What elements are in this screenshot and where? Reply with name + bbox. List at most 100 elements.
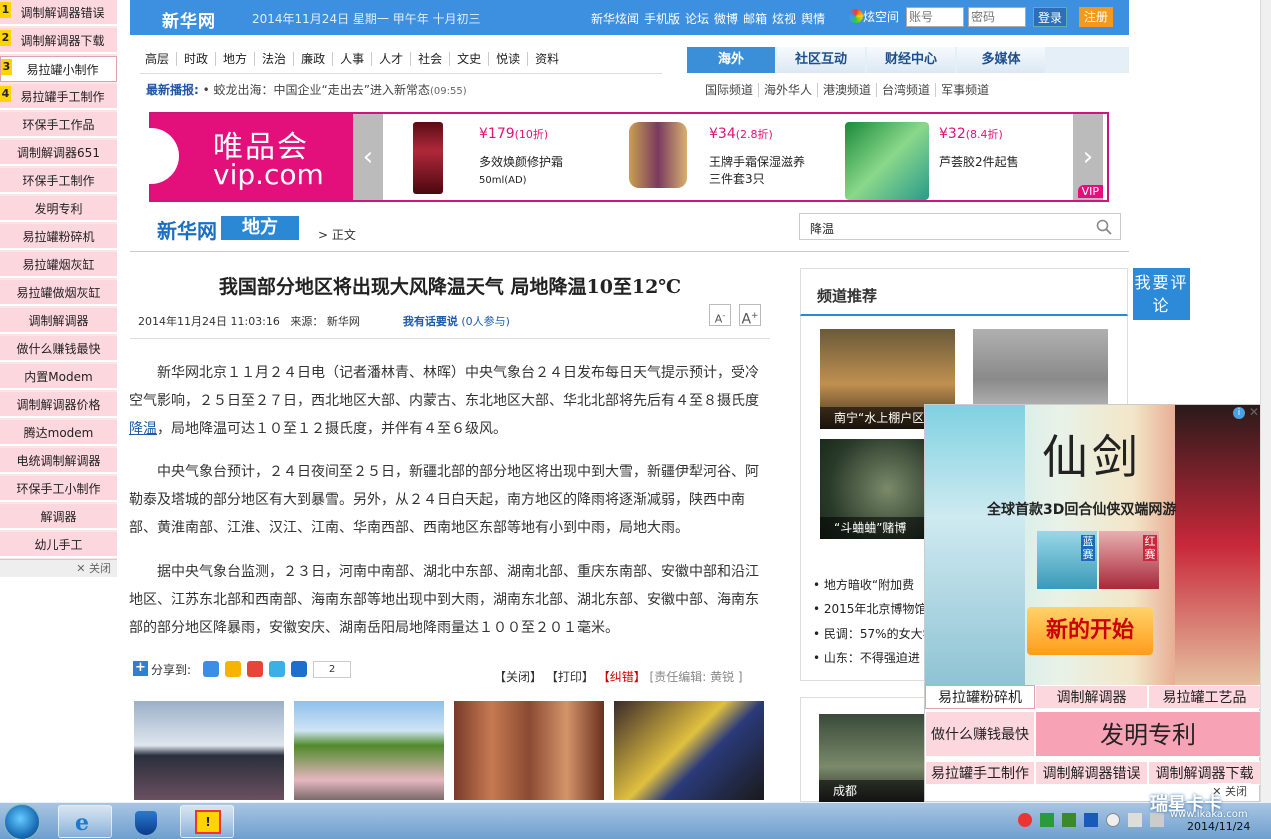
tray-umbrella-icon[interactable] (1040, 813, 1054, 827)
product-3-name[interactable]: 芦荟胶2件起售 (939, 154, 1019, 171)
nav-item[interactable]: 法治 (255, 52, 295, 66)
search-icon[interactable] (1096, 219, 1112, 235)
tray-shield-icon[interactable] (1084, 813, 1098, 827)
top-link[interactable]: 手机版 (644, 12, 680, 26)
comment-button[interactable]: 我要评论 (1133, 268, 1190, 320)
popup-link-5[interactable]: 发明专利 (1035, 711, 1261, 757)
nav-item[interactable]: 悦读 (489, 52, 529, 66)
left-rail-item[interactable]: 4 易拉罐手工制作 (0, 84, 117, 110)
left-rail-item[interactable]: 环保手工小制作 (0, 476, 117, 502)
tray-qq-icon[interactable] (1018, 813, 1032, 827)
top-link[interactable]: 微博 (714, 12, 738, 26)
recommend-photo-4[interactable]: 成都 (819, 714, 929, 802)
banner-prev-arrow[interactable]: ‹ (353, 114, 383, 200)
nav-item[interactable]: 地方 (216, 52, 256, 66)
popup-link-2[interactable]: 调制解调器 (1035, 685, 1148, 709)
channel-subtab[interactable]: 台湾频道 (877, 83, 937, 97)
left-rail-item[interactable]: 腾达modem (0, 420, 117, 446)
channel-subtab[interactable]: 港澳频道 (818, 83, 878, 97)
taskbar-ie-button[interactable]: e (58, 805, 112, 838)
product-image-aloe[interactable] (845, 122, 929, 200)
product-2-name[interactable]: 王牌手霜保湿滋养 三件套3只 (709, 154, 805, 188)
left-rail-item[interactable]: 环保手工制作 (0, 168, 117, 194)
left-rail-item[interactable]: 做什么赚钱最快 (0, 336, 117, 362)
ad-info-icon[interactable]: i (1233, 407, 1245, 419)
nav-item[interactable]: 人事 (333, 52, 373, 66)
flash-headline[interactable]: • 蛟龙出海：中国企业“走出去”进入新常态 (203, 83, 430, 97)
font-decrease-button[interactable]: A- (709, 304, 731, 326)
game-ad-artwork[interactable]: 仙剑 全球首款3D回合仙侠双端网游 蓝赛 红赛 新的开始 i ✕ (925, 405, 1261, 685)
left-rail-item[interactable]: 调制解调器价格 (0, 392, 117, 418)
channel-tab[interactable]: 多媒体 (957, 47, 1045, 73)
tray-nvidia-icon[interactable] (1062, 813, 1076, 827)
keyword-link[interactable]: 降温 (129, 421, 157, 437)
taskbar-clock[interactable]: 2014/11/24 (1187, 820, 1250, 833)
ad-close-x-icon[interactable]: ✕ (1249, 405, 1259, 419)
popup-link-6[interactable]: 易拉罐手工制作 (925, 761, 1035, 785)
share-plus-icon[interactable]: + (133, 661, 148, 676)
related-photo-garden[interactable] (294, 701, 444, 800)
password-input[interactable] (968, 7, 1026, 27)
popup-link-3[interactable]: 易拉罐工艺品 (1148, 685, 1261, 709)
game-popup-ad[interactable]: 仙剑 全球首款3D回合仙侠双端网游 蓝赛 红赛 新的开始 i ✕ 易拉罐粉碎机 … (924, 404, 1261, 802)
recommend-link-1[interactable]: • 地方暗收“附加费 (813, 576, 914, 593)
recommend-link-2[interactable]: • 2015年北京博物馆 (813, 600, 926, 617)
share-xinhua-icon[interactable] (203, 661, 219, 677)
breadcrumb-section[interactable]: 地方 (221, 216, 299, 240)
related-photo-toys[interactable] (614, 701, 764, 800)
left-rail-item[interactable]: 调制解调器 (0, 308, 117, 334)
register-button[interactable]: 注册 (1079, 7, 1113, 27)
popup-link-1[interactable]: 易拉罐粉碎机 (925, 685, 1035, 709)
left-rail-close-button[interactable]: ✕ 关闭 (0, 559, 117, 577)
left-rail-item[interactable]: 调制解调器651 (0, 140, 117, 166)
left-rail-item[interactable]: 内置Modem (0, 364, 117, 390)
report-error-link[interactable]: 【纠错】 (598, 670, 646, 684)
left-rail-item[interactable]: 易拉罐烟灰缸 (0, 252, 117, 278)
print-link[interactable]: 【打印】 (546, 670, 594, 684)
taskbar-security-button[interactable] (118, 805, 172, 838)
left-rail-item[interactable]: 发明专利 (0, 196, 117, 222)
left-rail-item[interactable]: 幼儿手工 (0, 532, 117, 558)
tray-flag-icon[interactable] (1128, 813, 1142, 827)
share-qq-icon[interactable] (269, 661, 285, 677)
recommend-link-3[interactable]: • 民调：57%的女大学 (813, 625, 935, 642)
breadcrumb-site[interactable]: 新华网 (157, 215, 217, 244)
product-image-cream[interactable] (413, 122, 443, 194)
top-link[interactable]: 论坛 (685, 12, 709, 26)
channel-tab[interactable]: 社区互动 (777, 47, 865, 73)
channel-subtab[interactable]: 海外华人 (759, 83, 819, 97)
start-button[interactable] (4, 804, 40, 839)
nav-item[interactable]: 高层 (145, 52, 178, 66)
nav-item[interactable]: 廉政 (294, 52, 334, 66)
nav-item[interactable]: 资料 (528, 52, 566, 66)
font-increase-button[interactable]: A+ (739, 304, 761, 328)
channel-subtab[interactable]: 国际频道 (700, 83, 760, 97)
nav-item[interactable]: 社会 (411, 52, 451, 66)
nav-item[interactable]: 文史 (450, 52, 490, 66)
top-link[interactable]: 邮箱 (743, 12, 767, 26)
comment-link[interactable]: 我有话要说 (403, 315, 458, 328)
popup-link-8[interactable]: 调制解调器下载 (1148, 761, 1261, 785)
left-rail-item[interactable]: 2 调制解调器下载 (0, 28, 117, 54)
share-renren-icon[interactable] (291, 661, 307, 677)
left-rail-item[interactable]: 解调器 (0, 504, 117, 530)
qzone-link[interactable]: 炫空间 (849, 8, 899, 25)
vertical-scrollbar[interactable] (1260, 0, 1271, 802)
left-rail-item[interactable]: 1 调制解调器错误 (0, 0, 117, 26)
product-image-handcream[interactable] (629, 122, 687, 188)
top-link[interactable]: 新华炫闻 (591, 12, 639, 26)
left-rail-item[interactable]: 3 易拉罐小制作 (0, 56, 117, 82)
left-rail-item[interactable]: 环保手工作品 (0, 112, 117, 138)
account-input[interactable] (906, 7, 964, 27)
site-logo[interactable]: 新华网 (162, 7, 216, 32)
popup-link-4[interactable]: 做什么赚钱最快 (925, 711, 1035, 757)
tray-network-icon[interactable] (1106, 813, 1120, 827)
popup-link-7[interactable]: 调制解调器错误 (1035, 761, 1148, 785)
channel-subtab[interactable]: 军事频道 (936, 83, 994, 97)
left-rail-item[interactable]: 易拉罐做烟灰缸 (0, 280, 117, 306)
related-photo-train[interactable] (134, 701, 284, 800)
nav-item[interactable]: 人才 (372, 52, 412, 66)
game-cta-button[interactable]: 新的开始 (1027, 607, 1153, 655)
channel-tab[interactable]: 财经中心 (867, 47, 955, 73)
recommend-link-4[interactable]: • 山东：不得强迫进 (813, 649, 920, 666)
